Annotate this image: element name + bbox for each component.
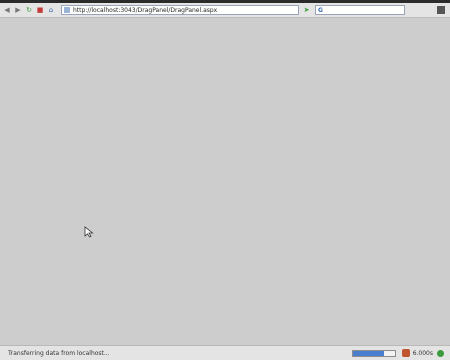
status-ok-icon[interactable]	[437, 349, 444, 357]
load-progress-bar	[351, 349, 396, 357]
page-favicon-icon	[64, 7, 70, 13]
address-url[interactable]: http://localhost:3043/DragPanel/DragPane…	[73, 7, 217, 14]
page-content	[0, 18, 450, 345]
home-icon[interactable]: ⌂	[47, 6, 55, 14]
search-input[interactable]	[324, 6, 395, 14]
reload-icon[interactable]: ↻	[25, 6, 33, 14]
stop-icon[interactable]: ■	[36, 6, 44, 14]
browser-window: ◀ ▶ ↻ ■ ⌂ http://localhost:3043/DragPane…	[0, 0, 450, 360]
mouse-pointer-icon	[84, 226, 94, 238]
back-arrow-icon[interactable]: ◀	[3, 6, 11, 14]
forward-arrow-icon[interactable]: ▶	[14, 6, 22, 14]
load-timer: 6.000s	[412, 349, 433, 357]
navigation-toolbar: ◀ ▶ ↻ ■ ⌂ http://localhost:3043/DragPane…	[0, 3, 450, 18]
load-progress-fill	[352, 350, 385, 356]
google-icon: G	[318, 6, 323, 14]
search-box[interactable]: G	[315, 5, 405, 15]
toolbar-menu-icon[interactable]	[437, 6, 445, 14]
address-bar[interactable]: http://localhost:3043/DragPanel/DragPane…	[61, 5, 299, 15]
addon-icon[interactable]	[401, 349, 410, 357]
status-text: Transferring data from localhost...	[8, 349, 110, 357]
status-bar: Transferring data from localhost... 6.00…	[0, 345, 450, 360]
go-arrow-icon[interactable]: ➤	[302, 6, 311, 15]
